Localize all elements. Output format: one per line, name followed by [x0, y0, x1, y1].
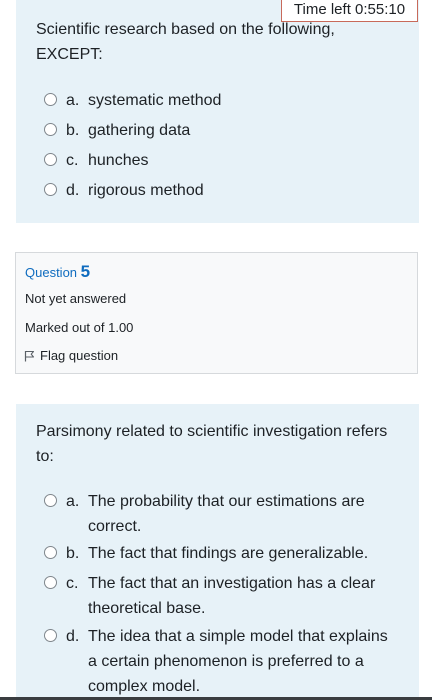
- radio-button[interactable]: [44, 93, 57, 106]
- option-text: The idea that a simple model that explai…: [88, 628, 388, 695]
- radio-button[interactable]: [44, 123, 57, 136]
- question-4-content: Scientific research based on the followi…: [16, 0, 419, 223]
- option-letter: c.: [66, 152, 79, 169]
- answer-option-b[interactable]: b. gathering data: [44, 118, 399, 143]
- option-letter: d.: [66, 182, 80, 199]
- option-letter: a.: [66, 493, 80, 510]
- answer-option-a[interactable]: a. systematic method: [44, 88, 399, 113]
- option-text: The fact that an investigation has a cle…: [88, 575, 376, 617]
- radio-button[interactable]: [44, 576, 57, 589]
- option-letter: d.: [66, 628, 80, 645]
- option-text: rigorous method: [88, 182, 204, 199]
- flag-question-label: Flag question: [40, 348, 119, 363]
- flag-question-button[interactable]: Flag question: [24, 348, 118, 363]
- time-left-indicator: Time left 0:55:10: [281, 0, 418, 22]
- question-number-value: 5: [80, 262, 91, 281]
- option-text: hunches: [88, 152, 149, 169]
- option-letter: b.: [66, 545, 80, 562]
- radio-button[interactable]: [44, 546, 57, 559]
- option-letter: c.: [66, 575, 79, 592]
- radio-button[interactable]: [44, 183, 57, 196]
- question-info-panel: Question 5 Not yet answered Marked out o…: [15, 252, 418, 374]
- question-text: Parsimony related to scientific investig…: [36, 423, 388, 465]
- option-text: The fact that findings are generalizable…: [88, 545, 369, 562]
- option-text: The probability that our estimations are…: [88, 493, 365, 535]
- option-text: systematic method: [88, 92, 222, 109]
- answer-option-c[interactable]: c. hunches: [44, 148, 399, 173]
- radio-button[interactable]: [44, 629, 57, 642]
- question-5-content: Parsimony related to scientific investig…: [16, 404, 419, 700]
- answer-option-d[interactable]: d. rigorous method: [44, 178, 399, 203]
- option-text: gathering data: [88, 122, 191, 139]
- answer-option-a[interactable]: a. The probability that our estimations …: [44, 489, 399, 539]
- answer-state: Not yet answered: [25, 291, 127, 306]
- question-text: Scientific research based on the followi…: [36, 21, 335, 63]
- question-number: Question 5: [25, 262, 90, 283]
- question-label: Question: [25, 265, 78, 280]
- grade-info: Marked out of 1.00: [25, 320, 134, 335]
- answer-option-c[interactable]: c. The fact that an investigation has a …: [44, 571, 399, 621]
- flag-icon: [24, 350, 35, 361]
- option-letter: b.: [66, 122, 80, 139]
- answer-option-b[interactable]: b. The fact that findings are generaliza…: [44, 541, 399, 566]
- radio-button[interactable]: [44, 494, 57, 507]
- answer-option-d[interactable]: d. The idea that a simple model that exp…: [44, 624, 399, 699]
- option-letter: a.: [66, 92, 80, 109]
- radio-button[interactable]: [44, 153, 57, 166]
